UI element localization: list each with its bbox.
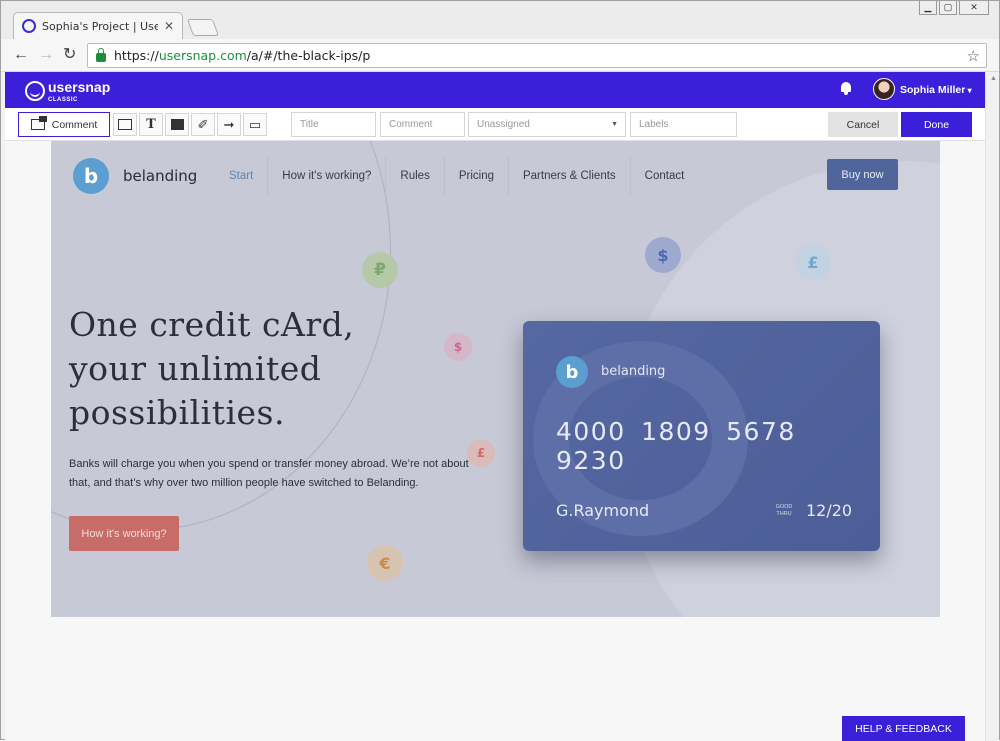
user-avatar[interactable]	[873, 78, 895, 100]
pen-tool-button[interactable]: ✐	[191, 113, 215, 136]
notification-bell-icon[interactable]	[840, 82, 852, 95]
good-thru-label: GOOD THRU	[775, 504, 793, 517]
labels-input[interactable]: Labels	[630, 112, 737, 137]
hero-title: One credit cArd, your unlimited possibil…	[69, 303, 399, 435]
assignee-value: Unassigned	[477, 119, 530, 130]
browser-toolbar: ← → ↻ https://usersnap.com/a/#/the-black…	[1, 39, 999, 72]
card-expiry: 12/20	[806, 501, 853, 520]
scroll-up-icon[interactable]: ▲	[990, 75, 997, 82]
user-menu[interactable]: Sophia Miller	[900, 84, 972, 96]
back-arrow-icon[interactable]: ←	[13, 47, 29, 63]
usersnap-favicon-icon	[22, 19, 36, 33]
reload-icon[interactable]: ↻	[63, 47, 76, 63]
browser-window: Sophia's Project | Usersnap ✕ ▁ ▢ ✕ ← → …	[0, 0, 1000, 741]
browser-tab[interactable]: Sophia's Project | Usersnap ✕	[13, 12, 183, 39]
page-scrollbar[interactable]: ▲	[985, 72, 999, 741]
cancel-button[interactable]: Cancel	[828, 112, 898, 137]
rectangle-tool-button[interactable]	[113, 113, 137, 136]
card-holder-name: G.Raymond	[556, 501, 650, 520]
usersnap-header: usersnap CLASSIC Sophia Miller	[5, 72, 985, 108]
url-host: usersnap.com	[158, 48, 247, 63]
sticker-icon: ▭	[248, 116, 262, 132]
nav-partners-clients[interactable]: Partners & Clients	[507, 156, 630, 196]
credit-card: b belanding 4000 1809 5678 9230 G.Raymon…	[523, 321, 880, 551]
card-number: 4000 1809 5678 9230	[556, 417, 796, 475]
arrow-icon: ➞	[223, 116, 235, 132]
minimize-button[interactable]: ▁	[919, 1, 937, 15]
new-tab-button[interactable]	[186, 19, 220, 36]
captured-website[interactable]: b belanding Start How it's working? Rule…	[51, 141, 940, 617]
usersnap-logo-sub: CLASSIC	[48, 97, 78, 103]
tab-title: Sophia's Project | Usersnap	[42, 19, 158, 33]
buy-now-button[interactable]: Buy now	[827, 159, 898, 190]
blackout-tool-button[interactable]	[165, 113, 189, 136]
hero-title-line-1: One credit cArd,	[69, 305, 355, 344]
hero-title-line-3: possibilities.	[69, 393, 285, 432]
dropdown-caret-icon: ▼	[611, 121, 618, 128]
maximize-button[interactable]: ▢	[939, 1, 957, 15]
window-controls: ▁ ▢ ✕	[919, 1, 989, 15]
nav-contact[interactable]: Contact	[629, 156, 699, 196]
nav-how-its-working[interactable]: How it's working?	[267, 156, 385, 196]
usersnap-logo-icon	[25, 81, 45, 101]
screenshot-canvas: b belanding Start How it's working? Rule…	[5, 141, 985, 741]
usersnap-logo-text: usersnap	[48, 79, 111, 95]
card-brand: belanding	[601, 364, 666, 379]
hero-description: Banks will charge you when you spend or …	[69, 458, 469, 489]
url-scheme: https://	[114, 48, 159, 63]
comment-tool-button[interactable]: Comment	[18, 112, 110, 137]
ruble-coin-icon: ₽	[362, 252, 398, 288]
dollar-coin-small-icon: $	[444, 333, 472, 361]
hero-title-line-2: your unlimited	[69, 349, 322, 388]
close-window-button[interactable]: ✕	[959, 1, 989, 15]
url-text: https://usersnap.com/a/#/the-black-ips/p	[114, 48, 370, 63]
how-its-working-button[interactable]: How it's working?	[69, 516, 179, 551]
forward-arrow-icon[interactable]: →	[38, 47, 54, 63]
tab-close-icon[interactable]: ✕	[164, 19, 174, 33]
usersnap-logo[interactable]: usersnap CLASSIC	[25, 79, 110, 103]
dollar-coin-icon: $	[645, 237, 681, 273]
card-logo-icon: b	[556, 356, 588, 388]
euro-coin-icon: €	[367, 545, 403, 581]
site-nav: Start How it's working? Rules Pricing Pa…	[215, 156, 698, 196]
annotation-toolbar: Comment T ✐ ➞ ▭ Title Comment Unassigned…	[5, 108, 985, 141]
done-button[interactable]: Done	[901, 112, 972, 137]
text-tool-icon: T	[146, 117, 156, 132]
nav-rules[interactable]: Rules	[385, 156, 443, 196]
arrow-tool-button[interactable]: ➞	[217, 113, 241, 136]
address-bar[interactable]: https://usersnap.com/a/#/the-black-ips/p…	[87, 43, 987, 68]
comment-icon	[30, 116, 47, 130]
assignee-select[interactable]: Unassigned ▼	[468, 112, 626, 137]
belanding-logo-icon: b	[73, 158, 109, 194]
blackout-icon	[170, 119, 184, 130]
comment-input[interactable]: Comment	[380, 112, 465, 137]
tab-strip: Sophia's Project | Usersnap ✕ ▁ ▢ ✕	[1, 1, 999, 39]
comment-tool-label: Comment	[51, 118, 98, 131]
sticker-tool-button[interactable]: ▭	[243, 113, 267, 136]
pen-icon: ✐	[197, 116, 209, 132]
url-path: /a/#/the-black-ips/p	[246, 48, 371, 63]
lock-icon	[96, 47, 106, 62]
pound-coin-icon: £	[795, 244, 831, 280]
bookmark-star-icon[interactable]: ☆	[967, 47, 980, 65]
title-input[interactable]: Title	[291, 112, 376, 137]
text-tool-button[interactable]: T	[139, 113, 163, 136]
rectangle-icon	[118, 119, 132, 130]
help-feedback-button[interactable]: HELP & FEEDBACK	[842, 716, 965, 741]
site-brand: belanding	[123, 167, 198, 185]
nav-start[interactable]: Start	[215, 156, 267, 196]
nav-pricing[interactable]: Pricing	[443, 156, 508, 196]
